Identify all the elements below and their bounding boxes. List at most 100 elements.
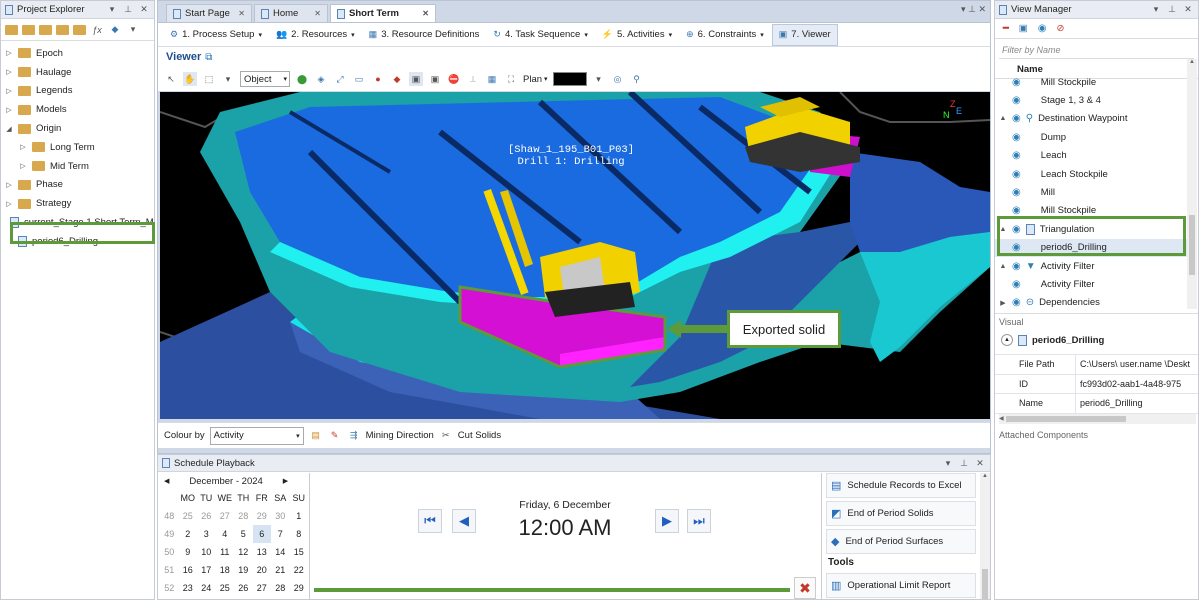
view-item-leach-stockpile[interactable]: ◉ Leach Stockpile [995, 165, 1187, 183]
dropdown-icon[interactable]: ▾ [592, 72, 606, 86]
calendar-day[interactable]: 1 [290, 507, 309, 525]
workflow-tab-3[interactable]: ▦ 3. Resource Definitions [363, 24, 486, 46]
splitter[interactable] [821, 473, 822, 599]
visibility-eye-icon[interactable]: ◉ [1012, 187, 1021, 198]
action-end-of-period-solids[interactable]: ◩ End of Period Solids [826, 501, 976, 526]
folder-refresh-icon[interactable] [56, 24, 69, 35]
calendar-day[interactable]: 28 [234, 507, 253, 525]
tree-item-long-term[interactable]: ▷ Long Term [1, 138, 154, 157]
visibility-eye-icon[interactable]: ◉ [1012, 77, 1021, 88]
expanded-caret-icon[interactable]: ◢ [5, 125, 13, 133]
workflow-tab-4[interactable]: ↻ 4. Task Sequence ▾ [487, 24, 593, 46]
folder-settings-icon[interactable] [73, 24, 86, 35]
calendar-day[interactable]: 3 [197, 525, 216, 543]
visibility-eye-icon[interactable]: ◉ [1012, 150, 1021, 161]
calendar-day[interactable]: 8 [290, 525, 309, 543]
close-tab-icon[interactable]: ✕ [314, 9, 321, 18]
tree-item-haulage[interactable]: ▷ Haulage [1, 63, 154, 82]
collapsed-caret-icon[interactable]: ▷ [5, 106, 13, 114]
calendar-day[interactable]: 30 [271, 507, 290, 525]
tree-item-legends[interactable]: ▷ Legends [1, 82, 154, 101]
measure-icon[interactable]: ⤢ [333, 72, 347, 86]
view-item-leach[interactable]: ◉ Leach [995, 147, 1187, 165]
window-alt-icon[interactable]: ▣ [428, 72, 442, 86]
dropdown-icon[interactable]: ▾ [106, 4, 118, 15]
comment-icon[interactable]: ▭ [352, 72, 366, 86]
pin-icon[interactable]: ⊥ [122, 4, 134, 15]
select-mode-dropdown[interactable]: Object ▾ [240, 71, 290, 87]
calendar-day[interactable]: 23 [179, 579, 198, 597]
3d-viewport[interactable]: Z N E [Shaw_1_195_B01_P03] Drill 1: Dril… [160, 92, 990, 419]
tree-item-strategy[interactable]: ▷ Strategy [1, 194, 154, 213]
collapsed-caret-icon[interactable]: ▷ [5, 49, 13, 57]
colour-by-dropdown[interactable]: Activity ▾ [209, 426, 304, 445]
close-icon[interactable]: ✕ [974, 458, 986, 469]
view-item-activity-filter[interactable]: ▲ ◉ ▼ Activity Filter [995, 257, 1187, 275]
visibility-eye-icon[interactable]: ◉ [1012, 95, 1021, 106]
doc-close-icon[interactable]: ✕ [978, 4, 986, 14]
property-value[interactable]: C:\Users\ user.name \Deskt [1075, 355, 1198, 374]
stop-playback-button[interactable]: ✖ [794, 577, 816, 599]
property-value[interactable]: period6_Drilling [1075, 394, 1198, 413]
calendar-day[interactable]: 6 [252, 525, 271, 543]
action-end-of-period-surfaces[interactable]: ◆ End of Period Surfaces [826, 529, 976, 554]
tree-item-epoch[interactable]: ▷ Epoch [1, 44, 154, 63]
tree-item-mid-term[interactable]: ▷ Mid Term [1, 157, 154, 176]
doc-tab-home[interactable]: Home ✕ [254, 4, 328, 22]
calendar-day[interactable]: 17 [197, 561, 216, 579]
property-grid-scrollbar[interactable]: ◀ [999, 413, 1196, 424]
calendar-day[interactable]: 14 [271, 543, 290, 561]
step-forward-button[interactable]: ▶ [655, 509, 679, 533]
calendar-day[interactable]: 20 [253, 561, 272, 579]
collapsed-caret-icon[interactable]: ▷ [5, 68, 13, 76]
calendar-day[interactable]: 28 [271, 579, 290, 597]
collapsed-caret-icon[interactable]: ▷ [5, 200, 13, 208]
calendar-day[interactable]: 15 [290, 543, 309, 561]
doc-tab-short-term[interactable]: Short Term ✕ [330, 4, 436, 22]
workflow-tab-2[interactable]: 👥 2. Resources ▾ [270, 24, 361, 46]
legend-icon[interactable]: ▤ [309, 429, 323, 443]
calendar-day[interactable]: 22 [290, 561, 309, 579]
view-item-mill[interactable]: ◉ Mill [995, 183, 1187, 201]
remove-icon[interactable]: ━ [1003, 23, 1009, 34]
location-search-icon[interactable]: ⚲ [630, 72, 644, 86]
calendar-day[interactable]: 5 [234, 525, 253, 543]
playback-progress-bar[interactable] [314, 588, 790, 592]
calendar-day[interactable]: 7 [271, 525, 290, 543]
skip-to-start-button[interactable]: ⏮ [418, 509, 442, 533]
shield-icon[interactable]: ◆ [390, 72, 404, 86]
view-mode-dropdown[interactable]: Plan ▾ [523, 74, 548, 85]
dropdown-icon[interactable]: ▾ [1150, 4, 1162, 15]
visibility-eye-icon[interactable]: ◉ [1012, 261, 1021, 272]
workflow-tab-5[interactable]: ⚡ 5. Activities ▾ [596, 24, 678, 46]
calendar-day[interactable]: 13 [253, 543, 272, 561]
calendar-day[interactable]: 9 [179, 543, 198, 561]
close-icon[interactable]: ✕ [138, 4, 150, 15]
view-item-stage-1-3-4[interactable]: ◉ Stage 1, 3 & 4 [995, 91, 1187, 109]
close-tab-icon[interactable]: ✕ [422, 9, 429, 18]
folder-add-icon[interactable] [39, 24, 52, 35]
tree-item-models[interactable]: ▷ Models [1, 100, 154, 119]
calendar-day[interactable]: 11 [216, 543, 235, 561]
view-item-dump[interactable]: ◉ Dump [995, 128, 1187, 146]
python-icon[interactable]: ◆ [108, 23, 122, 37]
calendar-day[interactable]: 25 [216, 579, 235, 597]
calendar-day[interactable]: 26 [197, 507, 216, 525]
filter-input[interactable]: Filter by Name [999, 41, 1194, 59]
hide-all-icon[interactable]: ⊘ [1056, 23, 1064, 34]
calendar-day[interactable]: 26 [234, 579, 253, 597]
tool-operational-limit-report[interactable]: ▥ Operational Limit Report [826, 573, 976, 598]
axis-icon[interactable]: ⟂ [466, 72, 480, 86]
fit-icon[interactable]: ⛶ [504, 72, 518, 86]
close-tab-icon[interactable]: ✕ [238, 9, 245, 18]
view-item-mill-stockpile[interactable]: ◉ Mill Stockpile [995, 73, 1187, 91]
calendar-day[interactable]: 21 [271, 561, 290, 579]
close-icon[interactable]: ✕ [1182, 4, 1194, 15]
visibility-eye-icon[interactable]: ◉ [1012, 113, 1021, 124]
dropdown-icon[interactable]: ▾ [221, 72, 235, 86]
pin-icon[interactable]: ⊥ [958, 458, 970, 469]
workflow-tab-7[interactable]: ▣ 7. Viewer [771, 23, 838, 46]
pan-icon[interactable]: ✋ [183, 72, 197, 86]
headset-icon[interactable]: ◎ [611, 72, 625, 86]
workflow-tab-6[interactable]: ⊕ 6. Constraints ▾ [680, 24, 770, 46]
